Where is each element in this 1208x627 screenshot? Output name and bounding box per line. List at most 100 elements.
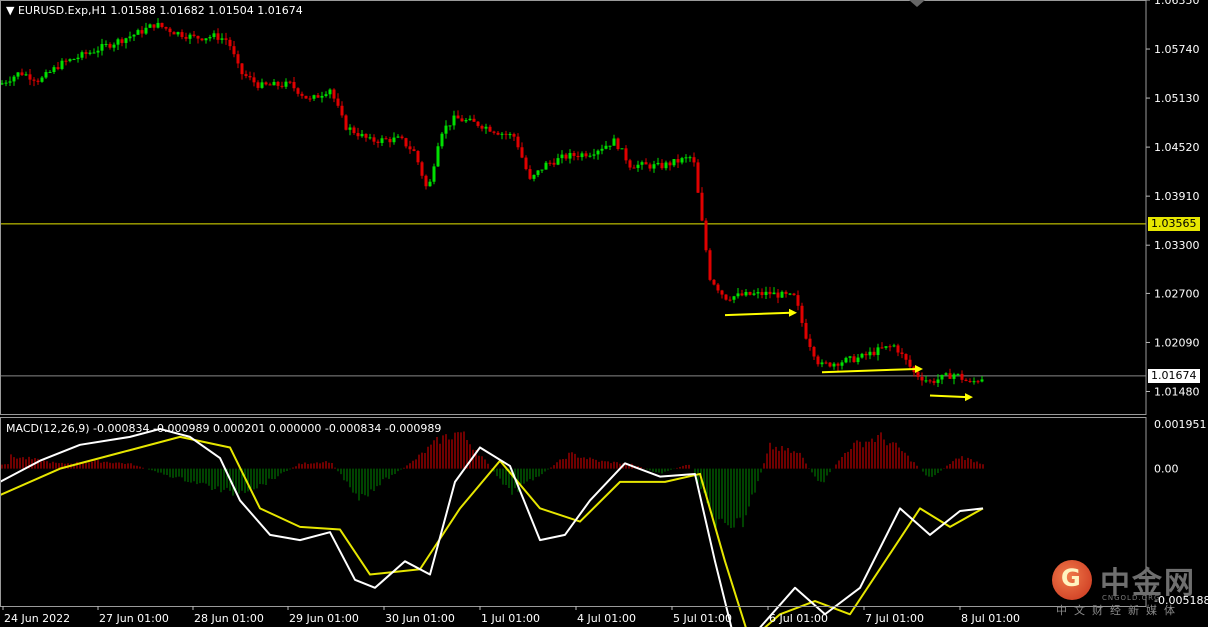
scroll-marker-icon[interactable] (909, 0, 925, 7)
price-tick-label: 1.05740 (1154, 43, 1200, 56)
candle-body (164, 26, 168, 29)
candle-body (404, 138, 408, 147)
candle-body (316, 95, 320, 98)
candle-body (420, 162, 424, 176)
candle-body (348, 127, 352, 130)
candle-body (628, 160, 632, 168)
candle-body (100, 44, 104, 51)
candle-body (504, 133, 508, 135)
candle-body (416, 151, 420, 163)
candle-body (684, 157, 688, 159)
candle-body (332, 89, 336, 99)
candle-body (592, 154, 596, 156)
time-tick-label: 8 Jul 01:00 (961, 612, 1020, 625)
candle-body (852, 356, 856, 363)
candle-body (124, 38, 128, 43)
candle-body (380, 138, 384, 143)
candle-body (952, 374, 956, 379)
candle-body (824, 362, 828, 364)
candle-body (720, 290, 724, 295)
candle-body (732, 296, 736, 300)
candle-body (532, 174, 536, 179)
candle-body (700, 192, 704, 221)
ohlc-values: 1.01588 1.01682 1.01504 1.01674 (110, 4, 303, 17)
candle-body (324, 94, 328, 96)
chart-canvas[interactable]: 1.06350 1.05740 1.05130 1.04520 1.03910 1.033… (0, 0, 1208, 627)
candle-body (356, 133, 360, 137)
price-panel[interactable] (0, 18, 1146, 402)
candle-body (864, 353, 868, 356)
axes: 1.06350 1.05740 1.05130 1.04520 1.03910 1.033… (0, 0, 1208, 625)
candle-body (728, 299, 732, 301)
candle-body (452, 115, 456, 126)
candle-body (844, 357, 848, 363)
candle-body (468, 118, 472, 121)
candle-body (204, 38, 208, 41)
candle-body (948, 373, 952, 379)
candle-body (896, 345, 900, 353)
time-tick-label: 30 Jun 01:00 (385, 612, 455, 625)
candle-body (544, 162, 548, 170)
macd-panel[interactable] (0, 427, 984, 627)
candle-body (32, 79, 36, 81)
time-tick-label: 29 Jun 01:00 (289, 612, 359, 625)
candle-body (868, 351, 872, 356)
candle-body (980, 379, 984, 382)
candle-body (400, 136, 404, 139)
candle-body (392, 137, 396, 143)
candle-body (736, 293, 740, 297)
candle-body (464, 120, 468, 122)
candle-body (88, 52, 92, 54)
candle-body (748, 291, 752, 295)
arrow-head-icon (965, 393, 973, 402)
candle-body (944, 373, 948, 375)
candle-body (116, 39, 120, 45)
candle-body (528, 169, 532, 179)
candle-body (28, 74, 32, 80)
candle-body (560, 154, 564, 159)
candle-body (940, 374, 944, 380)
candle-body (64, 60, 68, 62)
candle-body (448, 125, 452, 127)
candle-body (588, 155, 592, 157)
candle-body (848, 356, 852, 358)
price-tick-label: 1.04520 (1154, 141, 1200, 154)
candle-body (364, 133, 368, 138)
candle-body (556, 158, 560, 165)
candle-body (156, 22, 160, 28)
candle-body (900, 352, 904, 355)
candle-body (960, 373, 964, 380)
candle-body (480, 125, 484, 129)
candle-body (16, 72, 20, 77)
level-price-tag: 1.03565 (1148, 216, 1200, 231)
candle-body (224, 38, 228, 40)
candle-body (612, 138, 616, 146)
candle-body (724, 294, 728, 300)
candle-body (296, 88, 300, 94)
candle-body (788, 293, 792, 295)
dropdown-triangle-icon[interactable]: ▼ (6, 4, 14, 17)
macd-main-line (0, 427, 984, 627)
candle-body (652, 164, 656, 169)
symbol-header[interactable]: ▼ EURUSD.Exp,H1 1.01588 1.01682 1.01504 … (6, 4, 303, 17)
candle-body (196, 35, 200, 39)
price-tick-label: 1.06350 (1154, 0, 1200, 7)
candle-body (496, 132, 500, 135)
candle-body (616, 138, 620, 149)
candle-body (552, 162, 556, 165)
watermark-sub: CNGOLD.ORG (1102, 594, 1161, 602)
candle-body (92, 52, 96, 54)
candle-body (976, 381, 980, 383)
candle-body (476, 121, 480, 126)
candle-body (780, 291, 784, 298)
time-tick-label: 4 Jul 01:00 (577, 612, 636, 625)
candle-body (260, 82, 264, 88)
candle-body (744, 291, 748, 296)
candle-body (44, 72, 48, 78)
candle-body (568, 153, 572, 159)
candle-body (832, 363, 836, 367)
candle-body (396, 136, 400, 138)
price-tick-label: 1.01480 (1154, 385, 1200, 398)
candle-body (272, 81, 276, 86)
candle-body (484, 126, 488, 129)
